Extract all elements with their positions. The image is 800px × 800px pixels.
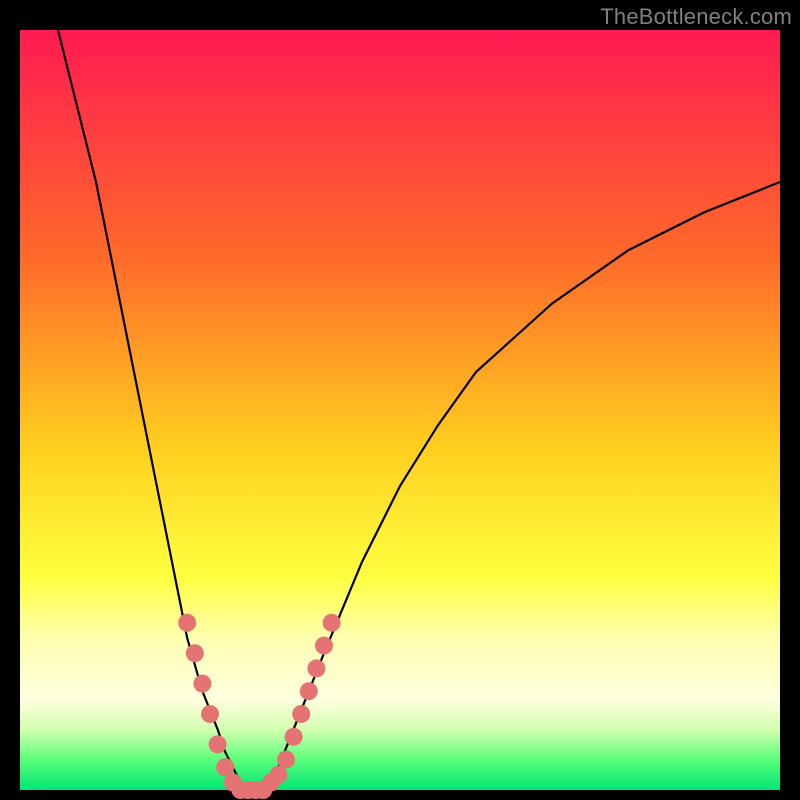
highlight-dot: [186, 644, 204, 662]
highlight-dot: [307, 659, 325, 677]
chart-frame: TheBottleneck.com: [0, 0, 800, 800]
highlight-dot: [292, 705, 310, 723]
highlight-dot: [300, 682, 318, 700]
highlight-dot: [209, 735, 227, 753]
highlight-dot: [193, 675, 211, 693]
highlight-dot: [323, 614, 341, 632]
highlight-dot: [201, 705, 219, 723]
highlight-dot: [178, 614, 196, 632]
plot-background: [20, 30, 780, 790]
highlight-dot: [277, 751, 295, 769]
highlight-dot: [285, 728, 303, 746]
highlight-dot: [315, 637, 333, 655]
chart-canvas: [0, 0, 800, 800]
